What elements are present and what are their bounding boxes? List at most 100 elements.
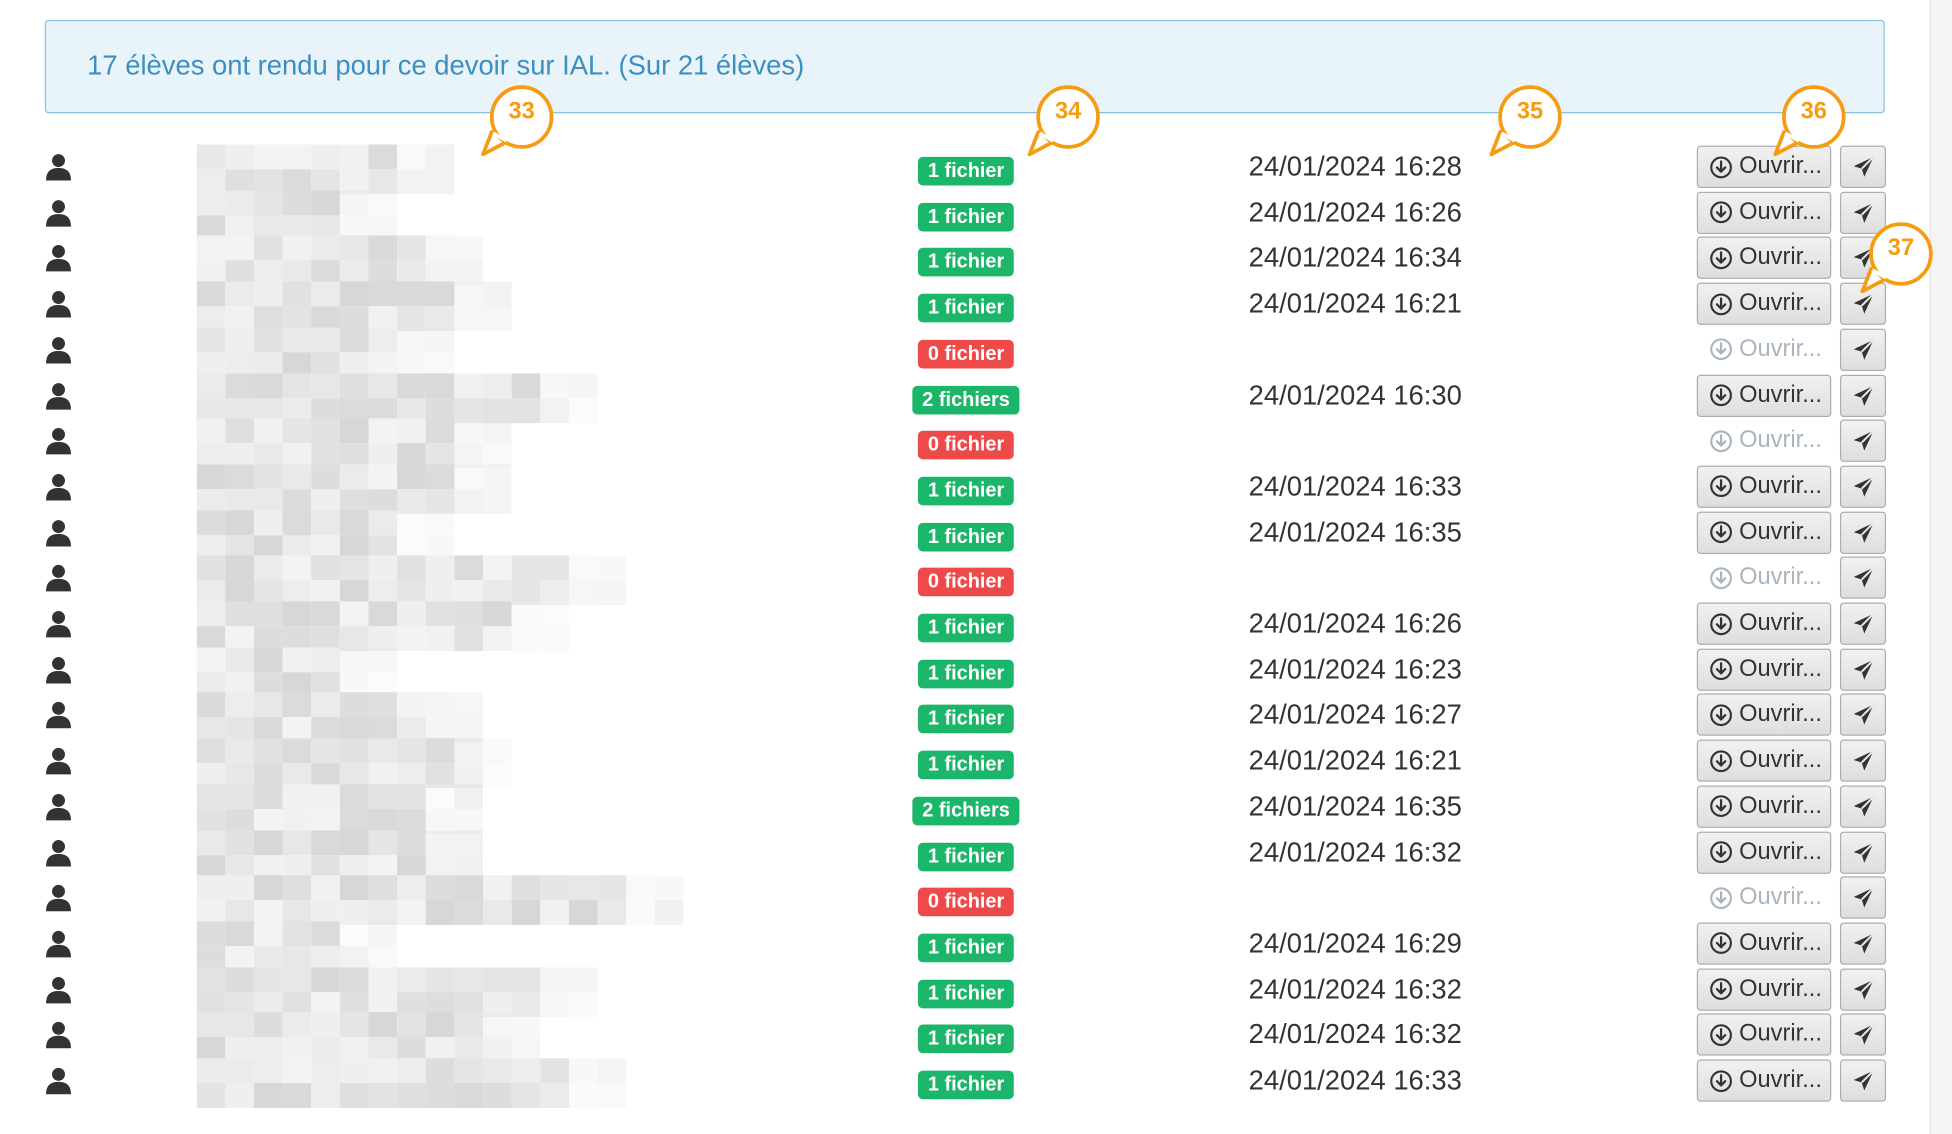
student-name-redacted — [196, 509, 455, 560]
file-count-badge: 1 fichier — [917, 933, 1015, 963]
open-submission-button[interactable]: Ouvrir... — [1696, 237, 1832, 280]
open-button-label: Ouvrir... — [1739, 290, 1822, 317]
open-button-label: Ouvrir... — [1739, 884, 1822, 911]
submission-date: 24/01/2024 16:35 — [1248, 516, 1462, 548]
send-message-button[interactable] — [1839, 465, 1887, 508]
send-message-button[interactable] — [1839, 785, 1887, 828]
student-avatar-icon — [44, 426, 74, 456]
submission-date: 24/01/2024 16:33 — [1248, 1064, 1462, 1096]
student-avatar-icon — [44, 243, 74, 273]
open-submission-button[interactable]: Ouvrir... — [1696, 465, 1832, 508]
send-message-button[interactable] — [1839, 556, 1887, 600]
send-message-button[interactable] — [1839, 739, 1887, 782]
student-avatar-icon — [44, 609, 74, 639]
submission-date: 24/01/2024 16:30 — [1248, 379, 1462, 411]
student-avatar-icon — [44, 837, 74, 867]
open-submission-button[interactable]: Ouvrir... — [1696, 876, 1832, 919]
file-count-badge: 2 fichiers — [912, 385, 1020, 414]
student-row: 0 fichier Ouvrir... — [0, 418, 1952, 469]
open-submission-button[interactable]: Ouvrir... — [1696, 1013, 1832, 1057]
send-message-button[interactable] — [1839, 922, 1887, 965]
open-button-label: Ouvrir... — [1739, 747, 1822, 774]
open-submission-button[interactable]: Ouvrir... — [1696, 785, 1832, 828]
paper-plane-icon — [1851, 885, 1876, 910]
paper-plane-icon — [1851, 520, 1876, 545]
student-avatar-icon — [44, 654, 74, 684]
paper-plane-icon — [1851, 611, 1876, 636]
open-button-label: Ouvrir... — [1739, 1021, 1822, 1048]
open-submission-button[interactable]: Ouvrir... — [1696, 191, 1832, 234]
send-message-button[interactable] — [1839, 876, 1887, 919]
open-submission-button[interactable]: Ouvrir... — [1696, 693, 1832, 737]
open-submission-button[interactable]: Ouvrir... — [1696, 922, 1832, 965]
paper-plane-icon — [1851, 566, 1876, 591]
student-name-redacted — [196, 784, 484, 834]
callout-35: 35 — [1485, 82, 1575, 172]
send-message-button[interactable] — [1839, 830, 1887, 874]
send-message-button[interactable] — [1839, 419, 1887, 463]
submission-date: 24/01/2024 16:23 — [1248, 653, 1462, 685]
open-submission-button[interactable]: Ouvrir... — [1696, 328, 1832, 371]
student-row: 2 fichiers 24/01/2024 16:30 Ouvrir... — [0, 372, 1952, 423]
student-row: 1 fichier 24/01/2024 16:32 Ouvrir... — [0, 1012, 1952, 1063]
callout-36: 36 — [1769, 82, 1859, 172]
file-count-badge: 1 fichier — [917, 613, 1015, 643]
send-message-button[interactable] — [1839, 511, 1887, 554]
student-name-redacted — [196, 738, 512, 789]
student-row: 1 fichier 24/01/2024 16:23 Ouvrir... — [0, 646, 1952, 697]
file-count-badge: 1 fichier — [917, 476, 1015, 506]
file-count-badge: 1 fichier — [917, 156, 1015, 186]
student-avatar-icon — [44, 335, 74, 365]
send-message-button[interactable] — [1839, 1013, 1887, 1057]
file-count-badge: 1 fichier — [917, 979, 1015, 1008]
file-count-badge: 0 fichier — [917, 430, 1015, 460]
student-avatar-icon — [44, 1020, 74, 1050]
download-icon — [1709, 703, 1733, 727]
open-submission-button[interactable]: Ouvrir... — [1696, 602, 1832, 645]
send-message-button[interactable] — [1839, 602, 1887, 645]
student-row: 1 fichier 24/01/2024 16:26 Ouvrir... — [0, 601, 1952, 652]
download-icon — [1709, 932, 1733, 956]
callout-number: 37 — [1887, 235, 1915, 262]
download-icon — [1709, 383, 1733, 407]
send-message-button[interactable] — [1839, 328, 1887, 371]
submission-date: 24/01/2024 16:33 — [1248, 470, 1462, 502]
file-count-badge: 1 fichier — [917, 248, 1015, 277]
open-submission-button[interactable]: Ouvrir... — [1696, 739, 1832, 782]
open-button-label: Ouvrir... — [1739, 655, 1822, 682]
send-message-button[interactable] — [1839, 1059, 1887, 1102]
send-message-button[interactable] — [1839, 648, 1887, 691]
open-submission-button[interactable]: Ouvrir... — [1696, 968, 1832, 1011]
send-message-button[interactable] — [1839, 374, 1887, 417]
open-submission-button[interactable]: Ouvrir... — [1696, 511, 1832, 554]
student-avatar-icon — [44, 929, 74, 959]
send-message-button[interactable] — [1839, 968, 1887, 1011]
open-submission-button[interactable]: Ouvrir... — [1696, 556, 1832, 600]
open-submission-button[interactable]: Ouvrir... — [1696, 282, 1832, 326]
student-avatar-icon — [44, 289, 74, 319]
student-name-redacted — [196, 875, 684, 926]
paper-plane-icon — [1851, 337, 1876, 362]
open-submission-button[interactable]: Ouvrir... — [1696, 648, 1832, 691]
student-row: 1 fichier 24/01/2024 16:28 Ouvrir... — [0, 144, 1952, 195]
student-row: 1 fichier 24/01/2024 16:33 Ouvrir... — [0, 464, 1952, 515]
file-count-badge: 0 fichier — [917, 887, 1015, 917]
callout-33: 33 — [477, 82, 567, 172]
send-message-button[interactable] — [1839, 693, 1887, 737]
student-avatar-icon — [44, 746, 74, 776]
file-count-badge: 1 fichier — [917, 842, 1015, 871]
open-button-label: Ouvrir... — [1739, 975, 1822, 1002]
open-submission-button[interactable]: Ouvrir... — [1696, 1059, 1832, 1102]
student-row: 1 fichier 24/01/2024 16:32 Ouvrir... — [0, 966, 1952, 1017]
open-submission-button[interactable]: Ouvrir... — [1696, 830, 1832, 874]
student-row: 1 fichier 24/01/2024 16:33 Ouvrir... — [0, 1058, 1952, 1108]
paper-plane-icon — [1851, 748, 1876, 773]
open-submission-button[interactable]: Ouvrir... — [1696, 419, 1832, 463]
paper-plane-icon — [1851, 703, 1876, 728]
student-name-redacted — [196, 1012, 541, 1063]
open-submission-button[interactable]: Ouvrir... — [1696, 374, 1832, 417]
student-name-redacted — [196, 418, 512, 469]
submission-date: 24/01/2024 16:35 — [1248, 790, 1462, 822]
submission-date: 24/01/2024 16:26 — [1248, 607, 1462, 639]
open-button-label: Ouvrir... — [1739, 244, 1822, 271]
